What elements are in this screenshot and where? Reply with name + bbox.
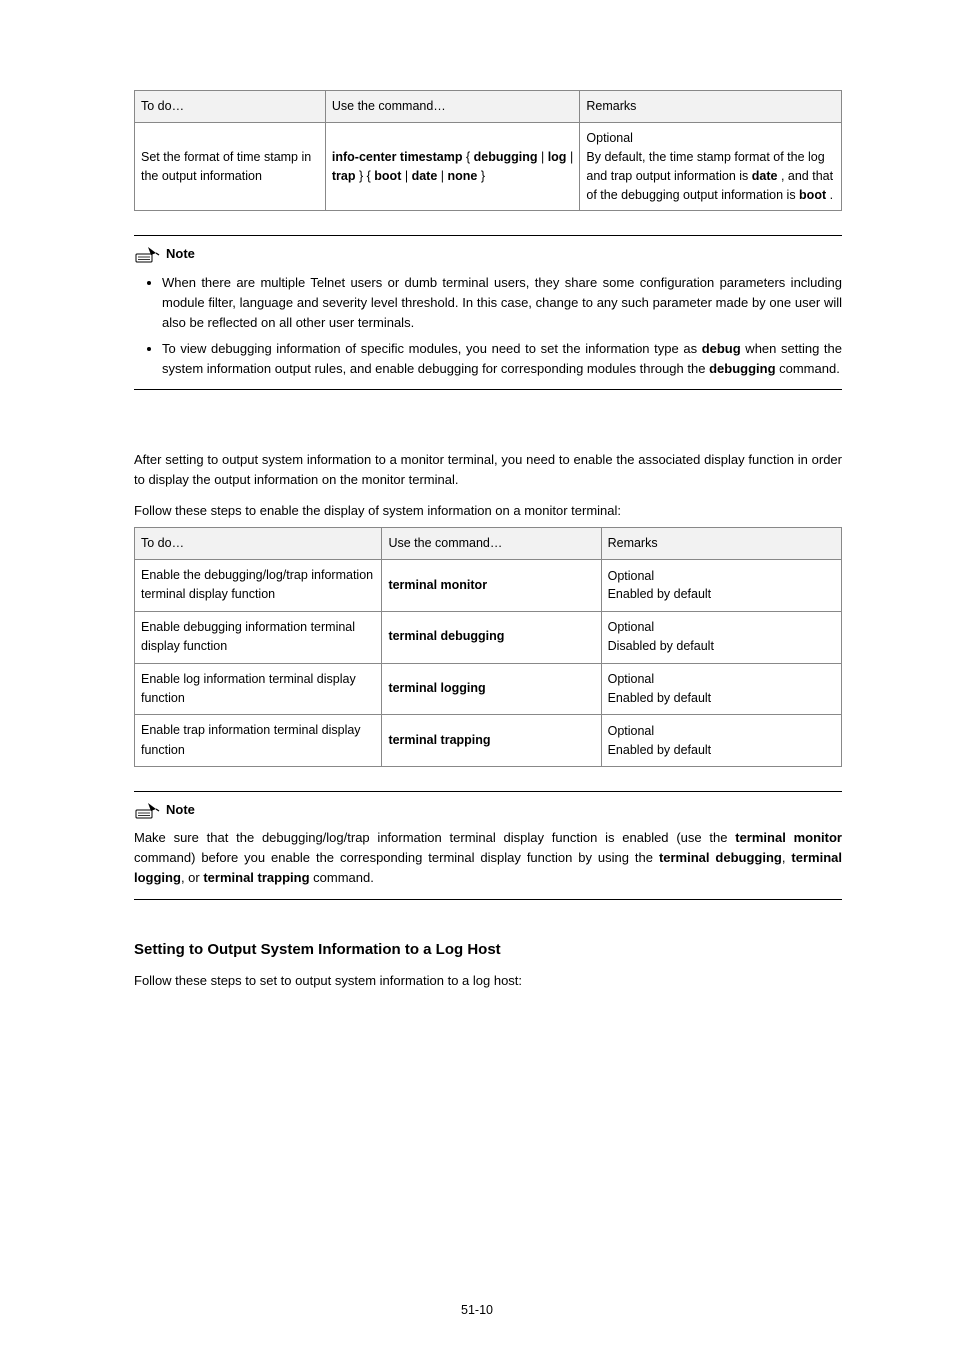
remarks-line: Optional <box>608 722 835 741</box>
col-header-command: Use the command… <box>382 527 601 559</box>
braces: } { <box>359 169 374 183</box>
paragraph: Follow these steps to enable the display… <box>134 501 842 521</box>
paragraph: Follow these steps to set to output syst… <box>134 971 842 991</box>
table-row: Enable debugging information terminal di… <box>135 611 842 663</box>
table-row: Enable the debugging/log/trap informatio… <box>135 560 842 612</box>
note-title: Note <box>166 244 195 264</box>
remarks-cell: OptionalDisabled by default <box>601 611 841 663</box>
note-icon <box>134 800 160 820</box>
remarks-line: Enabled by default <box>608 585 835 604</box>
cmd-keyword: terminal trapping <box>203 870 309 885</box>
sep: | <box>405 169 412 183</box>
terminal-display-table: To do… Use the command… Remarks Enable t… <box>134 527 842 767</box>
sep: | <box>441 169 448 183</box>
col-header-todo: To do… <box>135 527 382 559</box>
text: command. <box>776 361 840 376</box>
note-bullet: When there are multiple Telnet users or … <box>162 273 842 333</box>
cmd-keyword: date <box>412 169 438 183</box>
timestamp-format-table: To do… Use the command… Remarks Set the … <box>134 90 842 211</box>
page-number: 51-10 <box>0 1301 954 1320</box>
note-paragraph: Make sure that the debugging/log/trap in… <box>134 828 842 888</box>
command-cell: terminal debugging <box>382 611 601 663</box>
cmd-keyword: log <box>548 150 567 164</box>
note-title: Note <box>166 800 195 820</box>
note-block: Note When there are multiple Telnet user… <box>134 235 842 390</box>
table-row: Enable trap information terminal display… <box>135 715 842 767</box>
todo-cell: Enable the debugging/log/trap informatio… <box>135 560 382 612</box>
section-heading: Setting to Output System Information to … <box>134 938 842 961</box>
command-cell: info-center timestamp { debugging | log … <box>325 123 580 211</box>
cmd-keyword: debugging <box>709 361 775 376</box>
cmd-keyword: terminal monitor <box>388 578 487 592</box>
command-cell: terminal logging <box>382 663 601 715</box>
col-header-remarks: Remarks <box>601 527 841 559</box>
cmd-keyword: boot <box>799 188 826 202</box>
cmd-keyword: date <box>752 169 778 183</box>
cmd-keyword: terminal logging <box>388 681 485 695</box>
remarks-cell: OptionalEnabled by default <box>601 663 841 715</box>
todo-cell: Enable log information terminal display … <box>135 663 382 715</box>
table-row: Set the format of time stamp in the outp… <box>135 123 842 211</box>
cmd-keyword: debug <box>702 341 741 356</box>
remarks-cell: OptionalEnabled by default <box>601 715 841 767</box>
remarks-line: Optional <box>586 129 835 148</box>
text: . <box>830 188 833 202</box>
remarks-cell: OptionalEnabled by default <box>601 560 841 612</box>
cmd-keyword: boot <box>374 169 401 183</box>
paragraph: After setting to output system informati… <box>134 450 842 490</box>
text: , or <box>181 870 203 885</box>
cmd-keyword: terminal monitor <box>735 830 842 845</box>
text: To view debugging information of specifi… <box>162 341 702 356</box>
table-row: Enable log information terminal display … <box>135 663 842 715</box>
command-cell: terminal monitor <box>382 560 601 612</box>
remarks-line: Optional <box>608 670 835 689</box>
sep: | <box>541 150 548 164</box>
cmd-keyword: terminal trapping <box>388 733 490 747</box>
remarks-line: Enabled by default <box>608 689 835 708</box>
cmd-keyword: info-center timestamp <box>332 150 463 164</box>
command-cell: terminal trapping <box>382 715 601 767</box>
cmd-keyword: none <box>448 169 478 183</box>
remarks-line: Optional <box>608 618 835 637</box>
remarks-line: Enabled by default <box>608 741 835 760</box>
cmd-keyword: trap <box>332 169 356 183</box>
col-header-command: Use the command… <box>325 91 580 123</box>
sep: | <box>570 150 573 164</box>
text: command) before you enable the correspon… <box>134 850 659 865</box>
remarks-cell: Optional By default, the time stamp form… <box>580 123 842 211</box>
note-bullet: To view debugging information of specifi… <box>162 339 842 379</box>
cmd-keyword: terminal debugging <box>659 850 782 865</box>
col-header-remarks: Remarks <box>580 91 842 123</box>
remarks-line: Disabled by default <box>608 637 835 656</box>
todo-cell: Enable trap information terminal display… <box>135 715 382 767</box>
remarks-line: By default, the time stamp format of the… <box>586 148 835 204</box>
text: , <box>782 850 792 865</box>
todo-cell: Set the format of time stamp in the outp… <box>135 123 326 211</box>
text: command. <box>310 870 374 885</box>
note-icon <box>134 244 160 264</box>
brace-close: } <box>481 169 485 183</box>
cmd-keyword: terminal debugging <box>388 629 504 643</box>
col-header-todo: To do… <box>135 91 326 123</box>
cmd-keyword: debugging <box>474 150 538 164</box>
note-block: Note Make sure that the debugging/log/tr… <box>134 791 842 900</box>
brace-open: { <box>466 150 474 164</box>
todo-cell: Enable debugging information terminal di… <box>135 611 382 663</box>
text: Make sure that the debugging/log/trap in… <box>134 830 735 845</box>
remarks-line: Optional <box>608 567 835 586</box>
